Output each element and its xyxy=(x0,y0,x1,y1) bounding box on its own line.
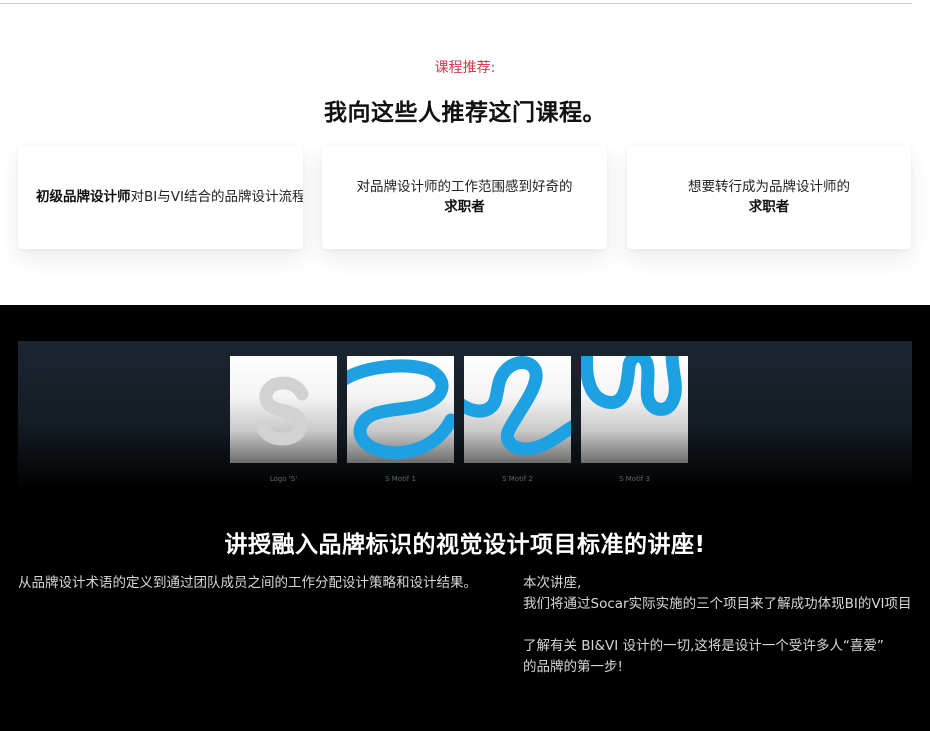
audience-card-3: 想要转行成为品牌设计师的 求职者 xyxy=(627,145,911,249)
s-letter-logo-icon xyxy=(230,356,337,463)
audience-card-1-bold: 初级品牌设计师 xyxy=(36,189,131,205)
audience-card-3-line1: 想要转行成为品牌设计师的 xyxy=(688,179,850,195)
lecture-right-line-2: 我们将通过Socar实际实施的三个项目来了解成功体现BI的VI项目 xyxy=(523,596,912,612)
lecture-title: 讲授融入品牌标识的视觉设计项目标准的讲座! xyxy=(224,532,706,558)
s-motif-1-icon xyxy=(347,356,454,463)
recommend-eyebrow: 课程推荐: xyxy=(434,60,496,76)
lecture-right-description: 本次讲座, 我们将通过Socar实际实施的三个项目来了解成功体现BI的VI项目 … xyxy=(523,573,930,678)
lecture-right-line-1: 本次讲座, xyxy=(523,575,582,591)
top-divider xyxy=(0,3,912,4)
tile-caption-4: S Motif 3 xyxy=(619,475,650,483)
s-motif-2-icon xyxy=(464,356,571,463)
lecture-left-description: 从品牌设计术语的定义到通过团队成员之间的工作分配设计策略和设计结果。 xyxy=(18,575,477,591)
s-motif-3-icon xyxy=(581,356,688,463)
lecture-section: Logo 'S' S Motif 1 S Motif 2 S Motif 3 讲… xyxy=(0,305,930,731)
tile-caption-1: Logo 'S' xyxy=(269,475,298,483)
motif-preview-image: Logo 'S' S Motif 1 S Motif 2 S Motif 3 xyxy=(18,341,912,491)
audience-card-2-line1: 对品牌设计师的工作范围感到好奇的 xyxy=(356,179,573,195)
audience-card-2-line2: 求职者 xyxy=(444,199,485,215)
audience-card-2: 对品牌设计师的工作范围感到好奇的 求职者 xyxy=(322,145,607,249)
tile-caption-3: S Motif 2 xyxy=(502,475,533,483)
audience-card-3-line2: 求职者 xyxy=(748,199,790,215)
audience-card-1-text: 对BI与VI结合的品牌设计流程感兴趣的人 xyxy=(130,189,304,205)
recommend-heading: 我向这些人推荐这门课程。 xyxy=(324,100,606,126)
lecture-right-line-3: 了解有关 BI&VI 设计的一切,这将是设计一个受许多人“喜爱” xyxy=(523,638,884,654)
audience-card-1: 初级品牌设计师对BI与VI结合的品牌设计流程感兴趣的人 xyxy=(18,145,303,249)
lecture-right-line-4: 的品牌的第一步! xyxy=(523,659,623,675)
tile-caption-2: S Motif 1 xyxy=(385,475,416,483)
